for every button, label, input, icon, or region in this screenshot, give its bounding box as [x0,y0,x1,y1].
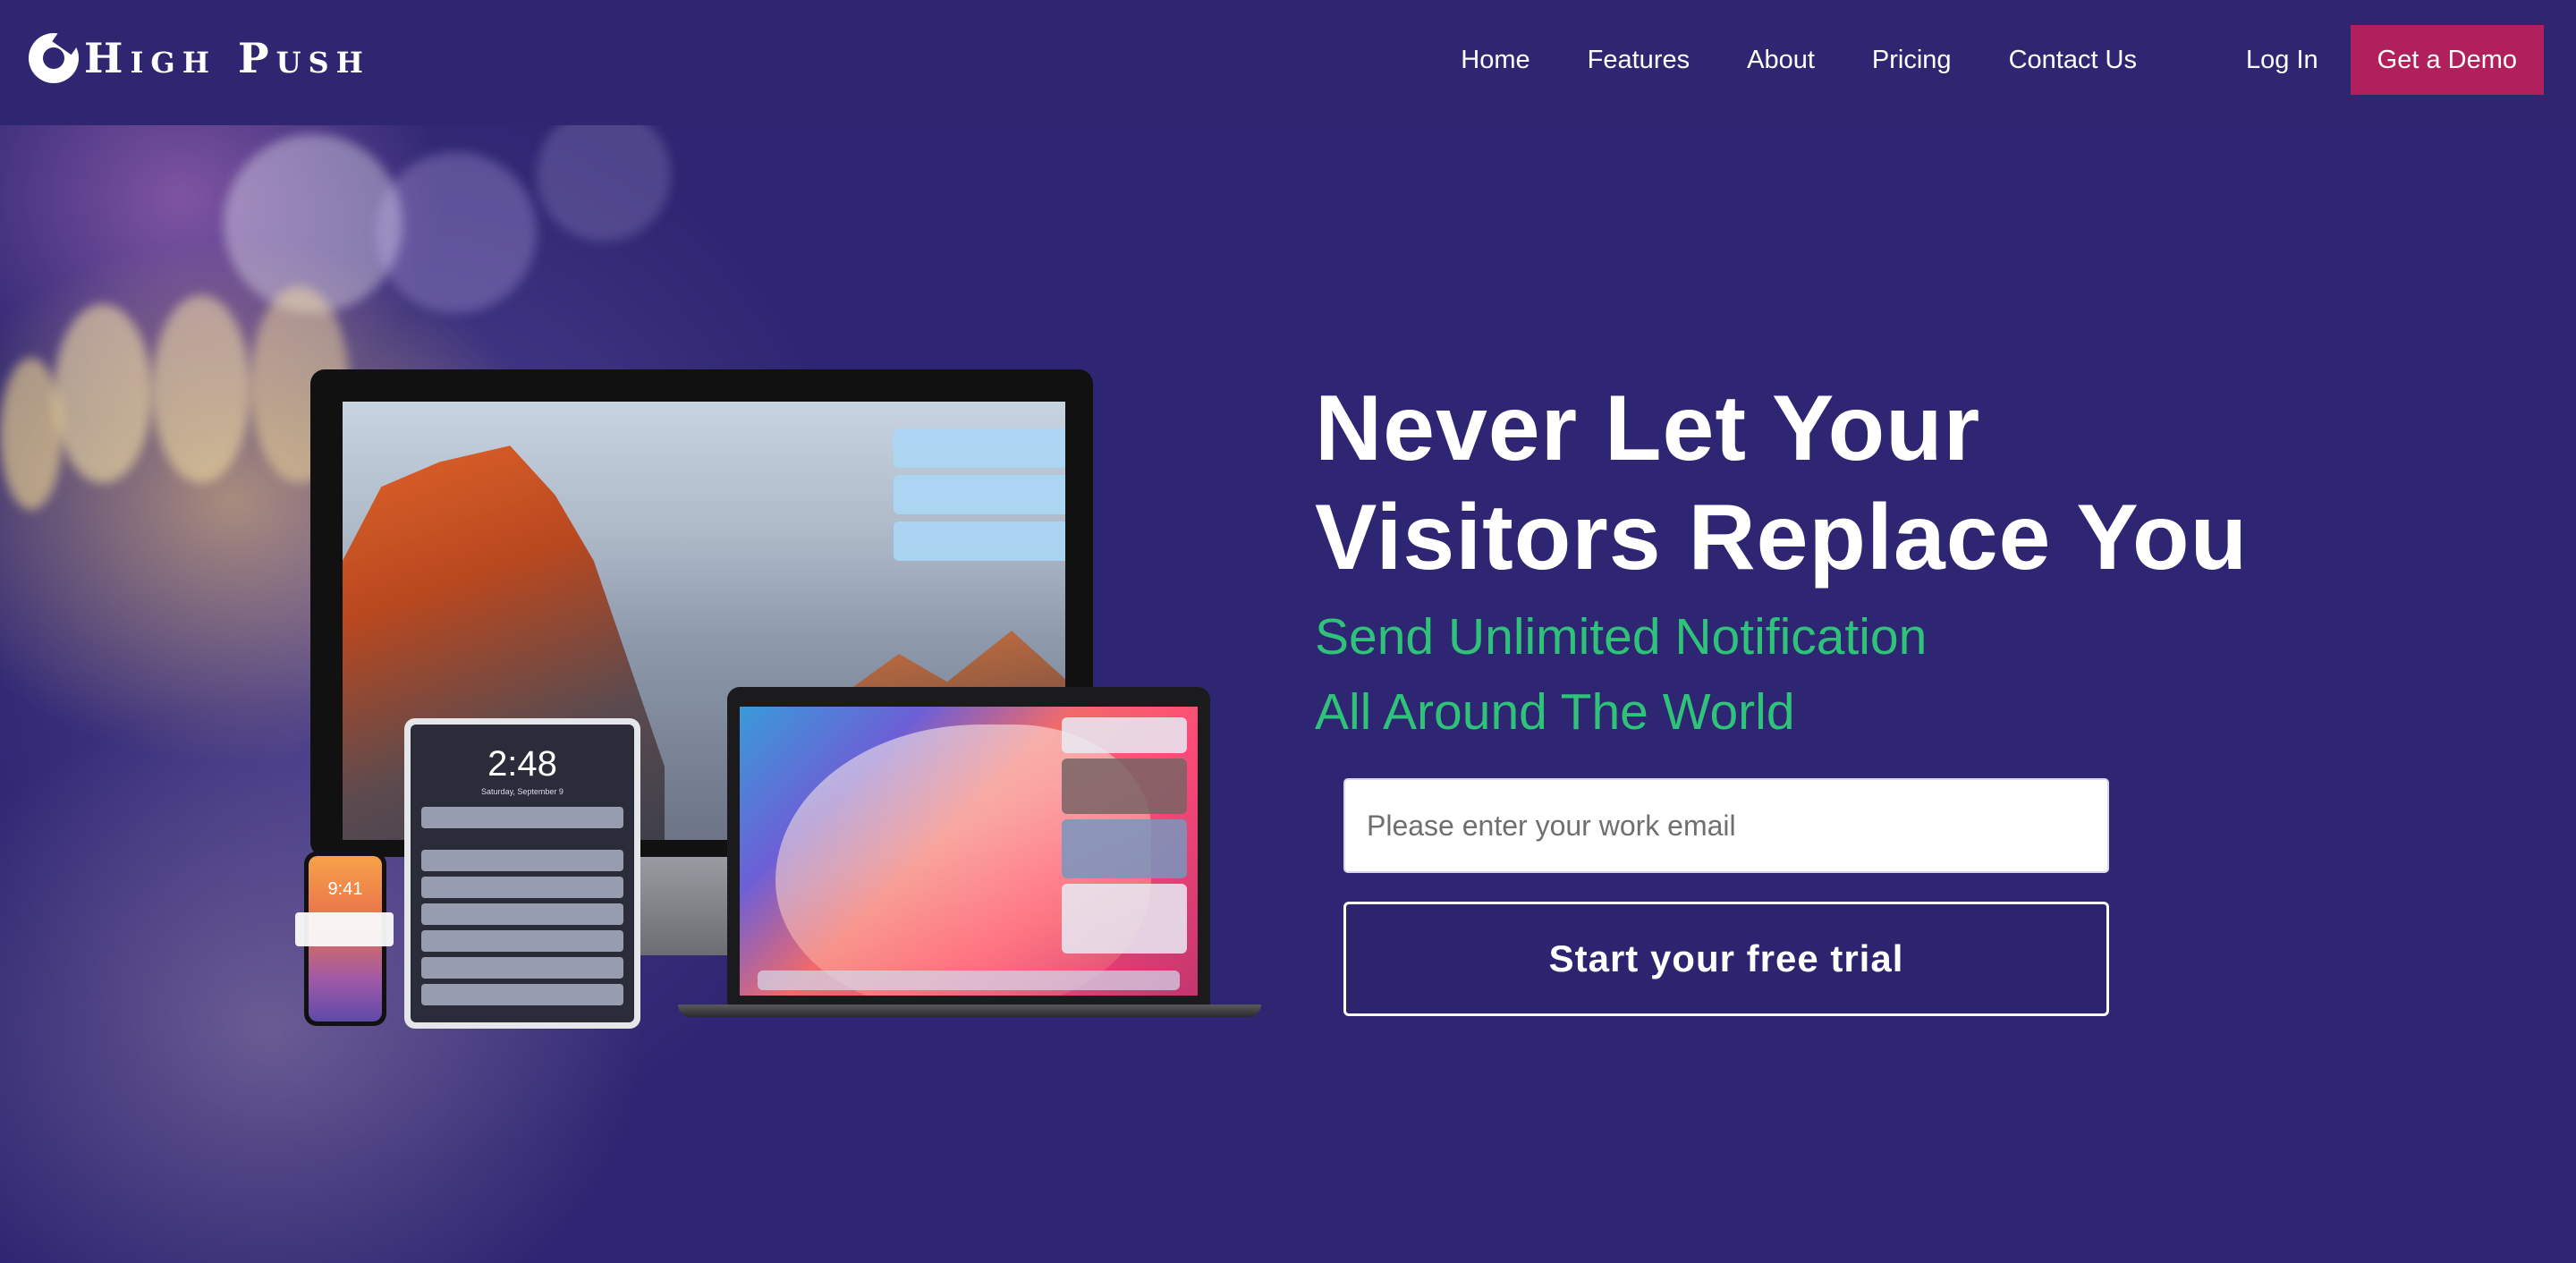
tablet-notification [421,957,623,979]
bokeh-light [537,107,671,242]
tablet-notification [421,903,623,925]
desktop-notification [894,521,1065,561]
laptop-base [678,1004,1261,1017]
tablet-notification [421,807,623,828]
laptop-widgets [1062,717,1187,959]
brand-logo[interactable]: High Push [29,27,370,89]
phone-notification [295,912,394,946]
widget [1062,759,1187,814]
site-header: High Push Home Features About Pricing Co… [0,0,2576,125]
get-demo-button[interactable]: Get a Demo [2350,25,2544,95]
laptop-image [727,687,1210,1004]
logo-icon [29,33,79,83]
tablet-notification [421,877,623,898]
main-nav: Home Features About Pricing Contact Us L… [1403,25,2544,95]
start-free-trial-button[interactable]: Start your free trial [1343,902,2109,1016]
tablet-notification [421,984,623,1005]
hero-title-line-2: Visitors Replace You [1315,486,2249,589]
laptop-dock [758,971,1180,990]
nav-contact-us[interactable]: Contact Us [2009,46,2137,75]
widget [1062,819,1187,878]
phone-clock: 9:41 [327,879,363,899]
landing-page: High Push Home Features About Pricing Co… [0,0,2576,1263]
phone-image: 9:41 [295,852,394,1026]
hero-subtitle: Send Unlimited Notification All Around T… [1315,599,2209,750]
nav-features[interactable]: Features [1588,46,1690,75]
desktop-notification [894,475,1065,514]
tablet-notification [421,850,623,871]
tablet-screen: 2:48 Saturday, September 9 [411,725,634,1022]
tablet-image: 2:48 Saturday, September 9 [404,718,640,1029]
login-link[interactable]: Log In [2246,46,2318,75]
bokeh-light [54,304,152,483]
hero-title-line-1: Never Let Your [1315,377,1981,480]
widget [1062,884,1187,954]
work-email-input[interactable] [1343,778,2109,873]
tablet-notification [421,930,623,952]
hero-title: Never Let Your Visitors Replace You [1315,374,2388,592]
nav-pricing[interactable]: Pricing [1872,46,1952,75]
laptop-screen [740,707,1198,996]
monitor-stand [635,857,742,955]
bokeh-light [152,295,250,483]
tablet-clock: 2:48 [487,744,557,784]
bokeh-light [376,152,537,313]
logo-text: High Push [84,34,370,82]
nav-home[interactable]: Home [1461,46,1530,75]
hero-subtitle-line-2: All Around The World [1315,683,1795,741]
nav-about[interactable]: About [1747,46,1815,75]
desktop-notification [894,428,1065,468]
hero-subtitle-line-1: Send Unlimited Notification [1315,608,1928,665]
tablet-date: Saturday, September 9 [481,787,564,796]
widget [1062,717,1187,753]
bokeh-light [0,358,63,510]
